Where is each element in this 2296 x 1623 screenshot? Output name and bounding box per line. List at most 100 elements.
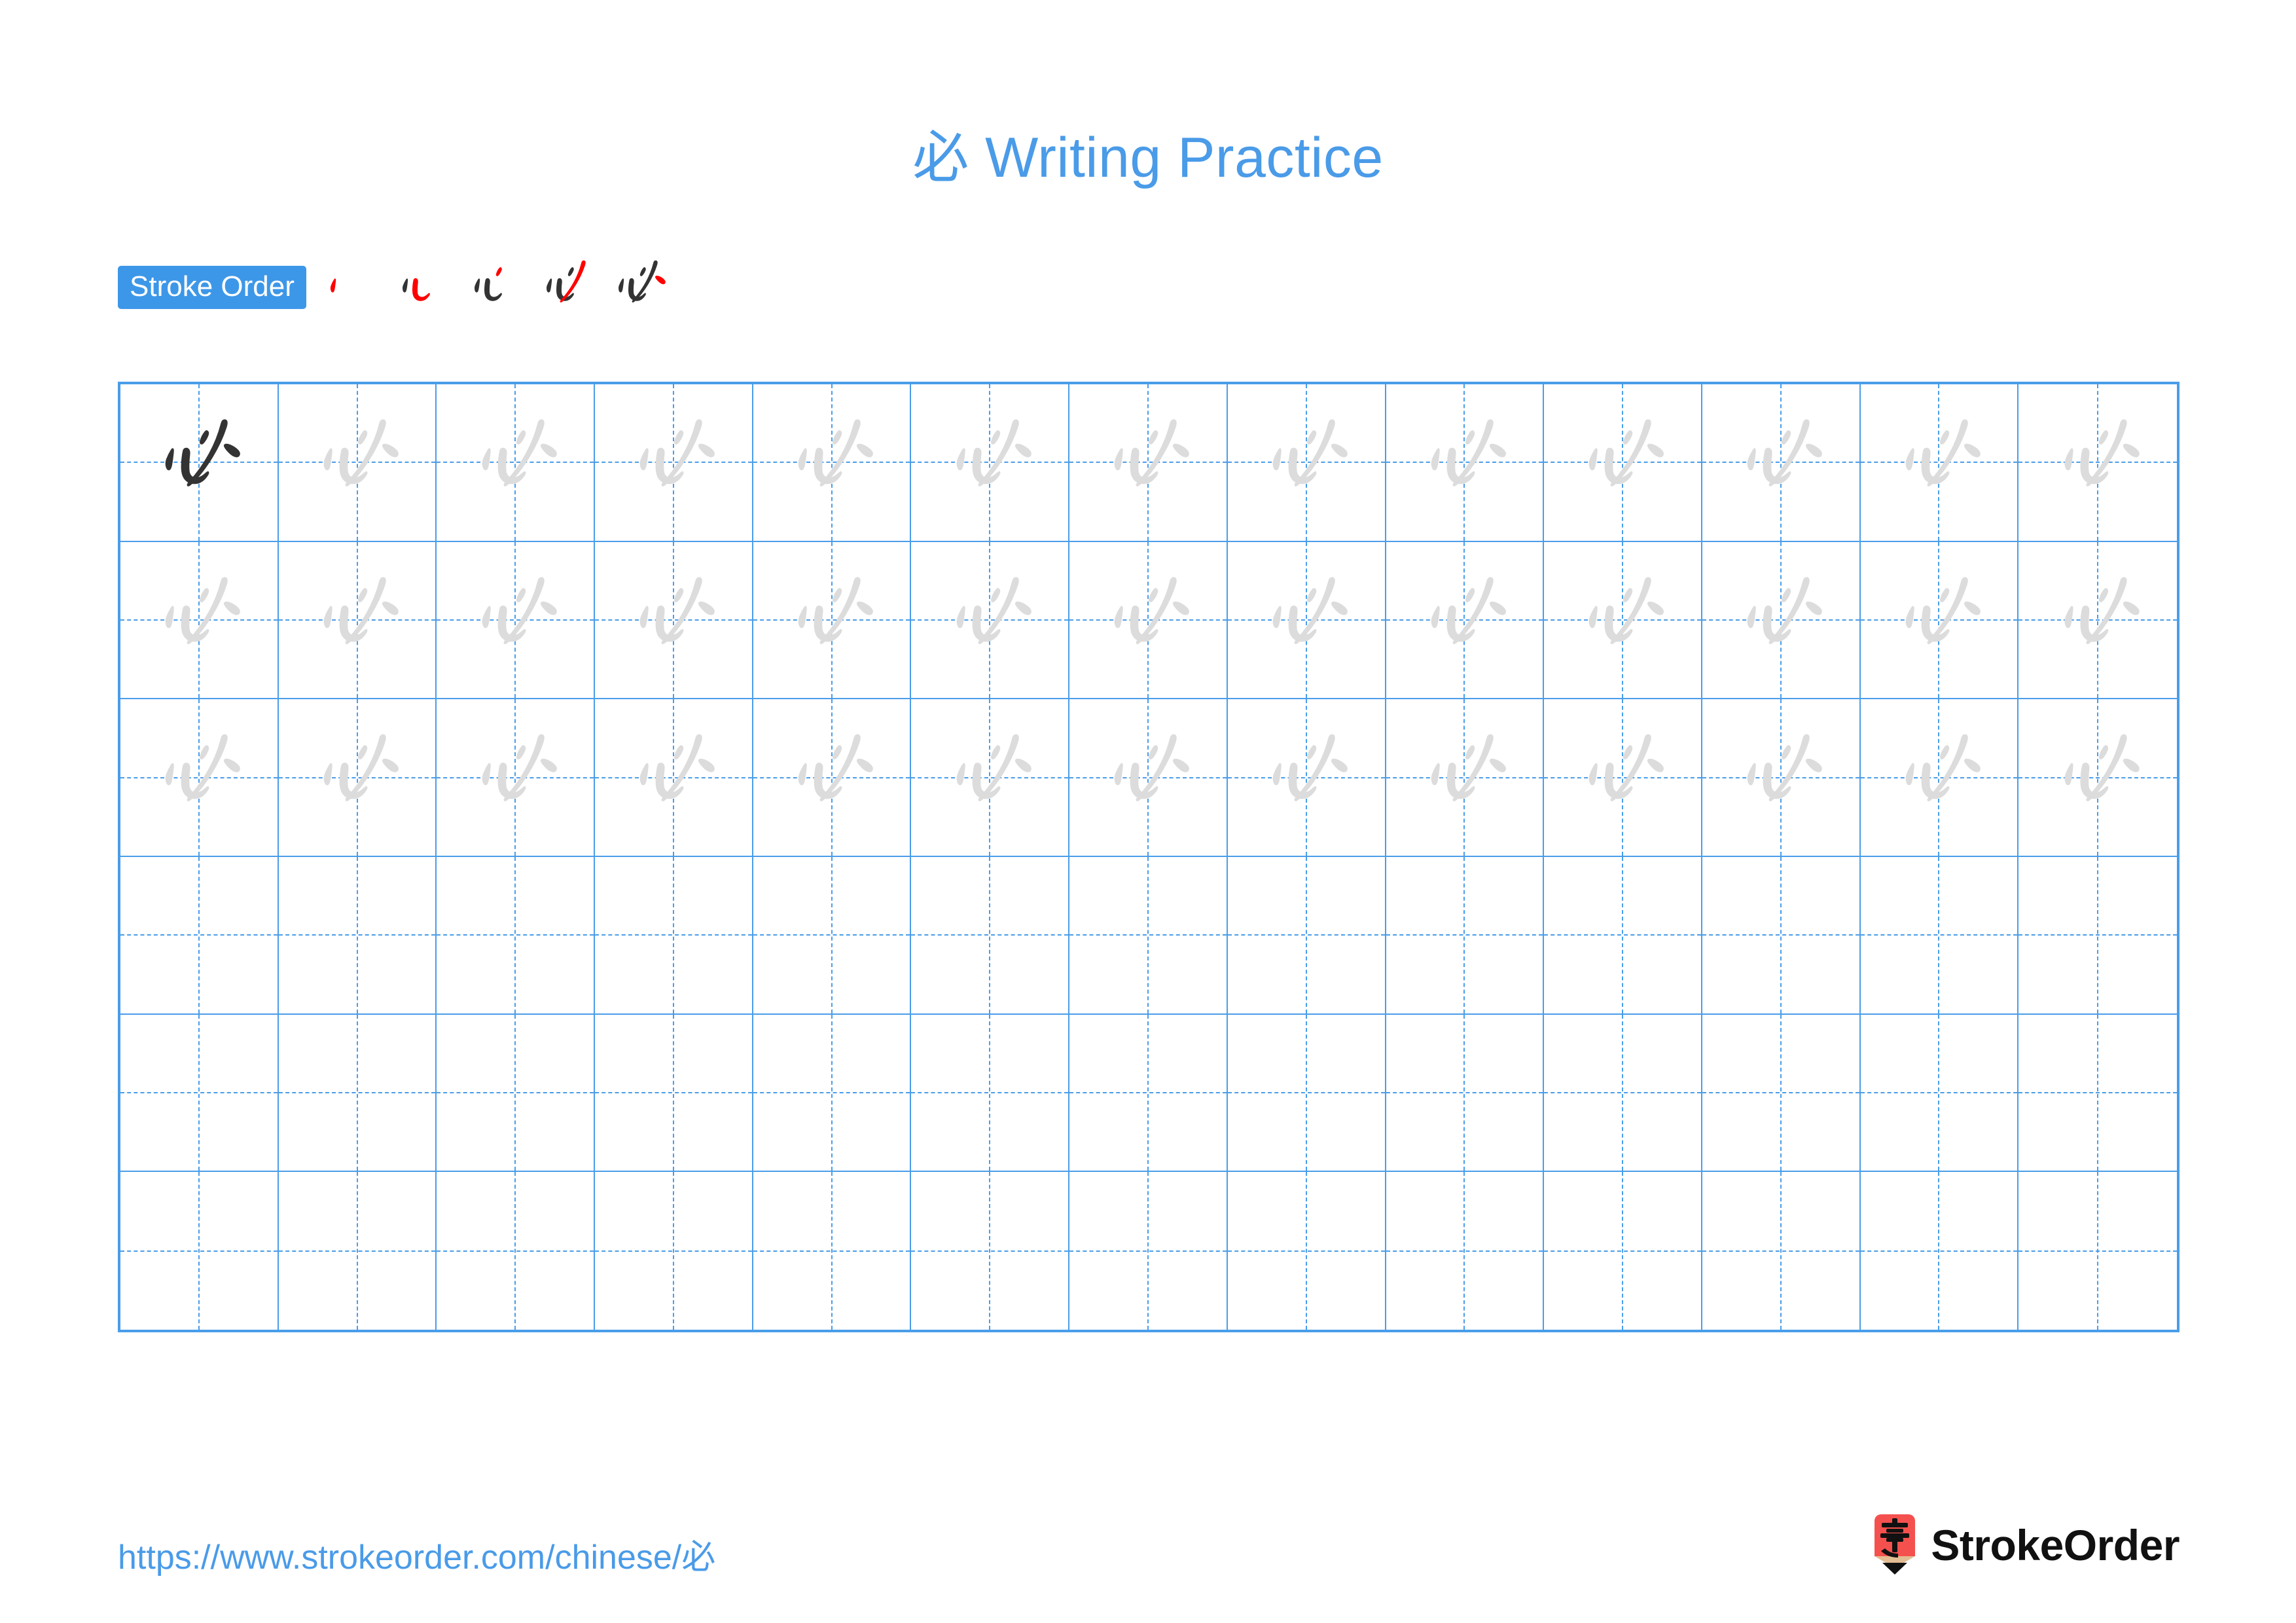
- practice-cell-r3-c11[interactable]: [1702, 699, 1861, 857]
- page-title-text: 必 Writing Practice: [912, 126, 1384, 189]
- trace-character: [279, 542, 436, 699]
- practice-cell-r5-c11[interactable]: [1702, 1014, 1861, 1173]
- practice-cell-r2-c6[interactable]: [911, 541, 1070, 700]
- practice-cell-r6-c5[interactable]: [753, 1172, 912, 1330]
- trace-character: [1702, 542, 1859, 699]
- practice-cell-r6-c9[interactable]: [1386, 1172, 1545, 1330]
- practice-cell-r1-c11[interactable]: [1702, 384, 1861, 542]
- practice-cell-r4-c7[interactable]: [1069, 857, 1228, 1015]
- practice-cell-r2-c10[interactable]: [1544, 541, 1702, 700]
- practice-cell-r3-c1[interactable]: [120, 699, 279, 857]
- practice-cell-r2-c12[interactable]: [1860, 541, 2019, 700]
- practice-cell-r6-c6[interactable]: [911, 1172, 1070, 1330]
- practice-cell-r3-c2[interactable]: [278, 699, 437, 857]
- practice-cell-r5-c6[interactable]: [911, 1014, 1070, 1173]
- practice-cell-r3-c9[interactable]: [1386, 699, 1545, 857]
- stroke-2-hook: [412, 278, 430, 301]
- trace-character: [911, 542, 1068, 699]
- trace-character: [2018, 384, 2177, 541]
- practice-cell-r6-c11[interactable]: [1702, 1172, 1861, 1330]
- practice-cell-r6-c10[interactable]: [1544, 1172, 1702, 1330]
- practice-cell-r1-c6[interactable]: [911, 384, 1070, 542]
- model-character: [120, 384, 278, 541]
- practice-cell-r4-c3[interactable]: [437, 857, 596, 1015]
- footer-url-text: https://www.strokeorder.com/chinese/必: [118, 1539, 716, 1577]
- practice-cell-r4-c11[interactable]: [1702, 857, 1861, 1015]
- practice-cell-r1-c7[interactable]: [1069, 384, 1228, 542]
- practice-cell-r2-c5[interactable]: [753, 541, 912, 700]
- practice-cell-r2-c1[interactable]: [120, 541, 279, 700]
- practice-cell-r3-c12[interactable]: [1860, 699, 2019, 857]
- practice-cell-r5-c3[interactable]: [437, 1014, 596, 1173]
- practice-cell-r6-c4[interactable]: [595, 1172, 753, 1330]
- practice-grid: [118, 382, 2179, 1332]
- practice-cell-r1-c10[interactable]: [1544, 384, 1702, 542]
- practice-cell-r5-c4[interactable]: [595, 1014, 753, 1173]
- practice-cell-r2-c11[interactable]: [1702, 541, 1861, 700]
- practice-cell-r5-c12[interactable]: [1860, 1014, 2019, 1173]
- practice-cell-r1-c5[interactable]: [753, 384, 912, 542]
- practice-cell-r5-c1[interactable]: [120, 1014, 279, 1173]
- practice-cell-r3-c13[interactable]: [2018, 699, 2177, 857]
- practice-cell-r1-c13[interactable]: [2018, 384, 2177, 542]
- practice-cell-r6-c1[interactable]: [120, 1172, 279, 1330]
- strokes-1-2: [474, 278, 502, 301]
- practice-cell-r6-c8[interactable]: [1228, 1172, 1386, 1330]
- practice-cell-r6-c12[interactable]: [1861, 1172, 2019, 1330]
- practice-cell-r1-c9[interactable]: [1386, 384, 1545, 542]
- practice-cell-r2-c3[interactable]: [437, 541, 596, 700]
- practice-cell-r4-c5[interactable]: [753, 857, 912, 1015]
- practice-cell-r3-c5[interactable]: [753, 699, 912, 857]
- practice-cell-r2-c7[interactable]: [1069, 541, 1228, 700]
- practice-cell-r4-c8[interactable]: [1227, 857, 1386, 1015]
- trace-character: [1386, 699, 1543, 856]
- practice-cell-r4-c2[interactable]: [278, 857, 437, 1015]
- stroke-step-5: [598, 246, 681, 329]
- practice-cell-r2-c8[interactable]: [1227, 541, 1386, 700]
- practice-cell-r5-c13[interactable]: [2018, 1015, 2177, 1173]
- practice-cell-r1-c8[interactable]: [1227, 384, 1386, 542]
- trace-character: [1069, 384, 1227, 541]
- practice-cell-r4-c13[interactable]: [2018, 857, 2177, 1015]
- practice-cell-r3-c7[interactable]: [1069, 699, 1228, 857]
- practice-cell-r4-c1[interactable]: [120, 857, 279, 1015]
- trace-character: [1861, 542, 2018, 699]
- practice-cell-r4-c10[interactable]: [1544, 857, 1702, 1015]
- practice-cell-r6-c2[interactable]: [279, 1172, 437, 1330]
- practice-cell-r3-c10[interactable]: [1544, 699, 1702, 857]
- practice-cell-r2-c13[interactable]: [2018, 542, 2177, 700]
- practice-cell-r4-c9[interactable]: [1386, 857, 1545, 1015]
- practice-cell-r1-c3[interactable]: [437, 384, 596, 542]
- practice-cell-r5-c10[interactable]: [1544, 1014, 1702, 1173]
- practice-cell-r1-c1[interactable]: [120, 384, 279, 542]
- practice-cell-r1-c12[interactable]: [1860, 384, 2019, 542]
- practice-cell-r3-c4[interactable]: [595, 699, 753, 857]
- footer-url[interactable]: https://www.strokeorder.com/chinese/必: [118, 1529, 715, 1578]
- practice-cell-r1-c4[interactable]: [595, 384, 753, 542]
- stroke-step-2: [382, 246, 465, 329]
- practice-cell-r6-c7[interactable]: [1069, 1172, 1228, 1330]
- practice-cell-r4-c12[interactable]: [1860, 857, 2019, 1015]
- practice-cell-r2-c2[interactable]: [278, 541, 437, 700]
- trace-character: [1228, 699, 1385, 856]
- practice-cell-r5-c9[interactable]: [1386, 1014, 1545, 1173]
- practice-cell-r1-c2[interactable]: [278, 384, 437, 542]
- practice-cell-r5-c7[interactable]: [1069, 1014, 1228, 1173]
- practice-cell-r6-c3[interactable]: [437, 1172, 596, 1330]
- practice-cell-r3-c3[interactable]: [437, 699, 596, 857]
- brand-logo[interactable]: StrokeOrder: [1871, 1512, 2179, 1578]
- practice-cell-r5-c8[interactable]: [1227, 1014, 1386, 1173]
- practice-cell-r2-c9[interactable]: [1386, 541, 1545, 700]
- stroke-step-1: [310, 246, 393, 329]
- trace-character: [2018, 699, 2177, 856]
- stroke-order-badge: Stroke Order: [118, 266, 306, 309]
- practice-cell-r5-c5[interactable]: [753, 1014, 912, 1173]
- practice-cell-r4-c6[interactable]: [911, 857, 1070, 1015]
- trace-character: [437, 384, 594, 541]
- practice-cell-r6-c13[interactable]: [2018, 1172, 2177, 1330]
- practice-cell-r3-c8[interactable]: [1227, 699, 1386, 857]
- practice-cell-r3-c6[interactable]: [911, 699, 1070, 857]
- practice-cell-r2-c4[interactable]: [595, 541, 753, 700]
- practice-cell-r4-c4[interactable]: [595, 857, 753, 1015]
- practice-cell-r5-c2[interactable]: [278, 1014, 437, 1173]
